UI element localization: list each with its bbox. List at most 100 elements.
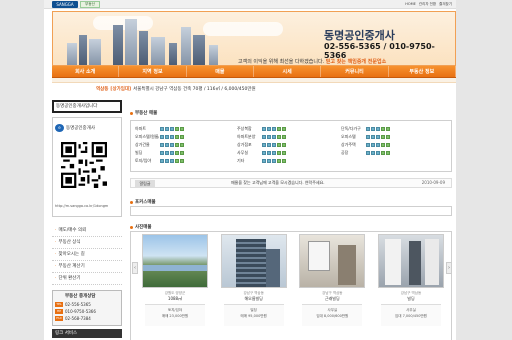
bullet-icon (130, 111, 133, 115)
bullet-icon (130, 200, 133, 204)
sidebar-item-request[interactable]: 매도/매수 의뢰 (52, 225, 122, 237)
category-factory[interactable]: 공장 (341, 150, 390, 156)
contact-box: 부동산 중개상담 TEL 02-556-5365 HP 010-9750-536… (52, 290, 122, 326)
qr-url[interactable]: http://m.sangga.co.kr/1dongm (55, 204, 108, 208)
listing-card[interactable]: 강남구 역삼동 해오름빌딩 빌딩 매매 95,000만원 (219, 234, 289, 340)
nav-prices[interactable]: 시세 (254, 66, 322, 77)
category-apt-sale[interactable]: 아파트분양 (237, 134, 286, 140)
listing-kind: 빌딩 (250, 308, 257, 312)
listing-kind: 사무실 (406, 308, 416, 312)
sidebar-item-knowledge[interactable]: 부동산 상식 (52, 237, 122, 249)
listing-price: 매매 23,000만원 (161, 314, 189, 318)
category-office[interactable]: 사무실 (237, 150, 286, 156)
focus-box (130, 206, 452, 216)
cloud-decoration (203, 22, 283, 36)
sidebar-menu: 매도/매수 의뢰 부동산 상식 찾아오시는 길 부동산 계산기 단위 환산기 (52, 225, 122, 285)
photo-heading-text: 사진매물 (135, 225, 152, 230)
category-apt[interactable]: 아파트 (135, 126, 184, 132)
category-officetel-villa[interactable]: 오피스텔/원룸/빌라 (135, 134, 184, 140)
category-building[interactable]: 빌딩 (135, 150, 184, 156)
qr-title: e 동명공인중개사 (55, 124, 95, 132)
photo-cards: 강원도 양양군 1088㎡ 토지/임야 매매 23,000만원 강남구 역삼동 … (140, 234, 446, 340)
sidebar-item-directions[interactable]: 찾아오시는 길 (52, 249, 122, 261)
photo-heading: 사진매물 (130, 224, 152, 230)
building-graphic (79, 35, 87, 65)
building-graphic (209, 45, 218, 65)
home-link[interactable]: HOME (405, 1, 416, 8)
fax-icon: FAX (55, 316, 63, 321)
prev-arrow-icon[interactable]: ‹ (132, 262, 138, 274)
header-banner: 동명공인중개사 02-556-5365 / 010-9750-5366 고객의 … (52, 11, 456, 66)
cloud-decoration (93, 16, 153, 30)
focus-heading: 포커스매물 (130, 199, 156, 205)
listing-photo-office[interactable] (299, 234, 366, 288)
building-graphic (89, 39, 101, 65)
focus-heading-text: 포커스매물 (135, 200, 156, 205)
category-land[interactable]: 토지/임야 (135, 158, 184, 164)
top-links: HOME 관리자 전환 즐겨찾기 (405, 1, 452, 8)
building-graphic (181, 27, 191, 65)
contact-fax: 02-568-7384 (65, 316, 91, 321)
category-store-bldg[interactable]: 상가건물 (135, 142, 184, 148)
category-officetel[interactable]: 오피스텔 (341, 134, 390, 140)
building-graphic (113, 25, 123, 65)
category-house[interactable]: 단독/다가구 (341, 126, 390, 132)
listing-photo-interior[interactable] (377, 234, 444, 288)
building-graphic (169, 43, 177, 65)
listing-photo-building[interactable] (220, 234, 287, 288)
office-logo-icon: e (55, 124, 64, 132)
slogan-highlight: 믿고 찾는 책임중개 전문업소 (325, 59, 387, 65)
sidebar-item-unit-converter[interactable]: 단위 환산기 (52, 273, 122, 285)
category-store[interactable]: 상가점포 (237, 142, 286, 148)
building-graphic (151, 37, 165, 65)
listing-price: 매매 95,000만원 (240, 314, 267, 318)
subnav-bar (52, 78, 456, 83)
category-heading: 부동산 매물 (130, 110, 157, 116)
sidebar-item-calculator[interactable]: 부동산 계산기 (52, 261, 122, 273)
listing-kind: 토지/임야 (167, 308, 183, 312)
sidebar: 동명공인중개사입니다 e 동명공인중개사 http://m.sangga.co.… (52, 100, 124, 340)
listing-title: 빌딩 (407, 296, 415, 301)
nav-info[interactable]: 부동산 정보 (389, 66, 456, 77)
greeting-box: 동명공인중개사입니다 (52, 100, 122, 113)
link-service-header[interactable]: 링크 서비스 (52, 329, 122, 338)
nav-region[interactable]: 지역 정보 (119, 66, 187, 77)
listing-card[interactable]: 강남구 역삼동 빌딩 사무실 임대 7,000/450만원 (376, 234, 446, 340)
office-name: 동명공인중개사 (324, 29, 395, 42)
listing-info: 빌딩 매매 95,000만원 (223, 304, 284, 326)
notice-bar[interactable]: 알림글 매물을 찾는 고객님께 고객을 모시겠습니다. 연락주세요. 2010-… (130, 178, 452, 188)
listing-price: 임대 7,000/450만원 (395, 314, 427, 318)
listing-price: 임대 8,000/600만원 (316, 314, 349, 318)
building-graphic (193, 35, 205, 65)
qr-panel: e 동명공인중개사 http://m.sangga.co.kr/1dongm (52, 117, 122, 217)
bookmark-link[interactable]: 즐겨찾기 (439, 1, 452, 8)
listing-info: 사무실 임대 8,000/600만원 (302, 304, 363, 326)
category-store-house[interactable]: 상가주택 (341, 142, 390, 148)
nav-community[interactable]: 커뮤니티 (321, 66, 389, 77)
listing-card[interactable]: 강원도 양양군 1088㎡ 토지/임야 매매 23,000만원 (140, 234, 210, 340)
contact-tel: 02-556-5365 (65, 302, 91, 307)
site-logo[interactable]: SANGGA (52, 1, 78, 8)
ticker-tag: 역삼동 (96, 86, 109, 92)
realestate-badge[interactable]: 부동산 (80, 1, 100, 8)
nav-company[interactable]: 회사 소개 (52, 66, 120, 77)
contact-title: 부동산 중개상담 (65, 294, 96, 299)
nav-listings[interactable]: 매물 (187, 66, 254, 77)
listing-info: 사무실 임대 7,000/450만원 (380, 304, 441, 326)
next-arrow-icon[interactable]: › (446, 262, 452, 274)
category-etc[interactable]: 기타 (237, 158, 286, 164)
category-mixed[interactable]: 주상복합 (237, 126, 286, 132)
phone-icon: TEL (55, 302, 63, 307)
slogan-text: 고객의 이익을 위해 최선을 다하겠습니다. (238, 59, 325, 65)
listing-photo-sea[interactable] (142, 234, 208, 288)
listing-ticker[interactable]: 역삼동 [상가임대] 서울특별시 강남구 역삼동 건축 70평 / 116㎡ /… (96, 84, 454, 93)
ticker-text: 서울특별시 강남구 역삼동 건축 70평 / 116㎡ / 6,000/450만… (133, 86, 256, 92)
qr-code-icon[interactable] (61, 142, 107, 188)
listing-info: 토지/임야 매매 23,000만원 (145, 304, 205, 326)
listing-title: 해오름빌딩 (244, 296, 263, 301)
listing-kind: 사무실 (327, 308, 338, 312)
admin-link[interactable]: 관리자 전환 (419, 1, 436, 8)
listing-card[interactable]: 강남구 역삼동 근래빌딩 사무실 임대 8,000/600만원 (297, 234, 367, 340)
category-heading-text: 부동산 매물 (135, 111, 158, 116)
building-graphic (139, 31, 148, 65)
